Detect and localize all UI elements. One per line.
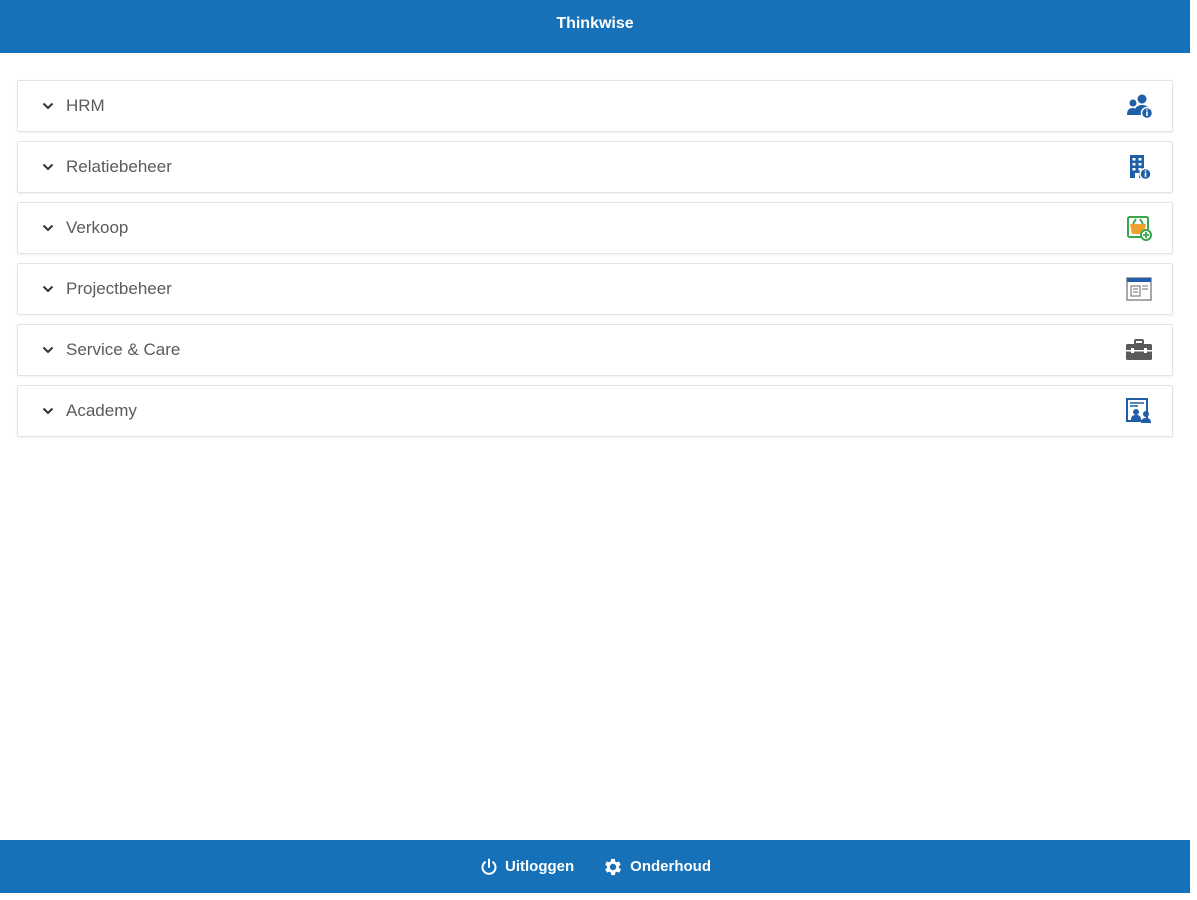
logout-label: Uitloggen xyxy=(505,858,575,875)
menu-item-service-care[interactable]: Service & Care xyxy=(17,324,1173,376)
menu-item-academy[interactable]: Academy xyxy=(17,385,1173,437)
chevron-down-icon xyxy=(42,405,54,417)
maintenance-label: Onderhoud xyxy=(630,858,711,875)
project-calendar-icon xyxy=(1124,274,1154,304)
app-root: Thinkwise HRM Relatiebeheer Verkoop Proj… xyxy=(0,0,1197,900)
chevron-down-icon xyxy=(42,283,54,295)
gear-icon xyxy=(602,856,624,878)
sales-basket-icon xyxy=(1124,213,1154,243)
app-title: Thinkwise xyxy=(556,14,634,32)
menu-item-label: Academy xyxy=(66,401,137,420)
chevron-down-icon xyxy=(42,222,54,234)
app-header: Thinkwise xyxy=(0,0,1190,53)
chevron-down-icon xyxy=(42,344,54,356)
power-icon xyxy=(479,857,499,877)
menu-item-label: Service & Care xyxy=(66,340,181,359)
menu-item-label: Relatiebeheer xyxy=(66,157,172,176)
chevron-down-icon xyxy=(42,100,54,112)
menu-item-relatiebeheer[interactable]: Relatiebeheer xyxy=(17,141,1173,193)
module-menu: HRM Relatiebeheer Verkoop Projectbeheer … xyxy=(17,80,1173,446)
menu-item-hrm[interactable]: HRM xyxy=(17,80,1173,132)
chevron-down-icon xyxy=(42,161,54,173)
menu-item-label: HRM xyxy=(66,96,105,115)
menu-item-projectbeheer[interactable]: Projectbeheer xyxy=(17,263,1173,315)
menu-item-label: Projectbeheer xyxy=(66,279,172,298)
academy-certificate-icon xyxy=(1124,396,1154,426)
app-footer: Uitloggen Onderhoud xyxy=(0,840,1190,893)
toolbox-icon xyxy=(1124,335,1154,365)
maintenance-button[interactable]: Onderhoud xyxy=(602,856,711,878)
users-info-icon xyxy=(1124,91,1154,121)
menu-item-verkoop[interactable]: Verkoop xyxy=(17,202,1173,254)
menu-item-label: Verkoop xyxy=(66,218,129,237)
logout-button[interactable]: Uitloggen xyxy=(479,857,574,877)
building-info-icon xyxy=(1124,152,1154,182)
